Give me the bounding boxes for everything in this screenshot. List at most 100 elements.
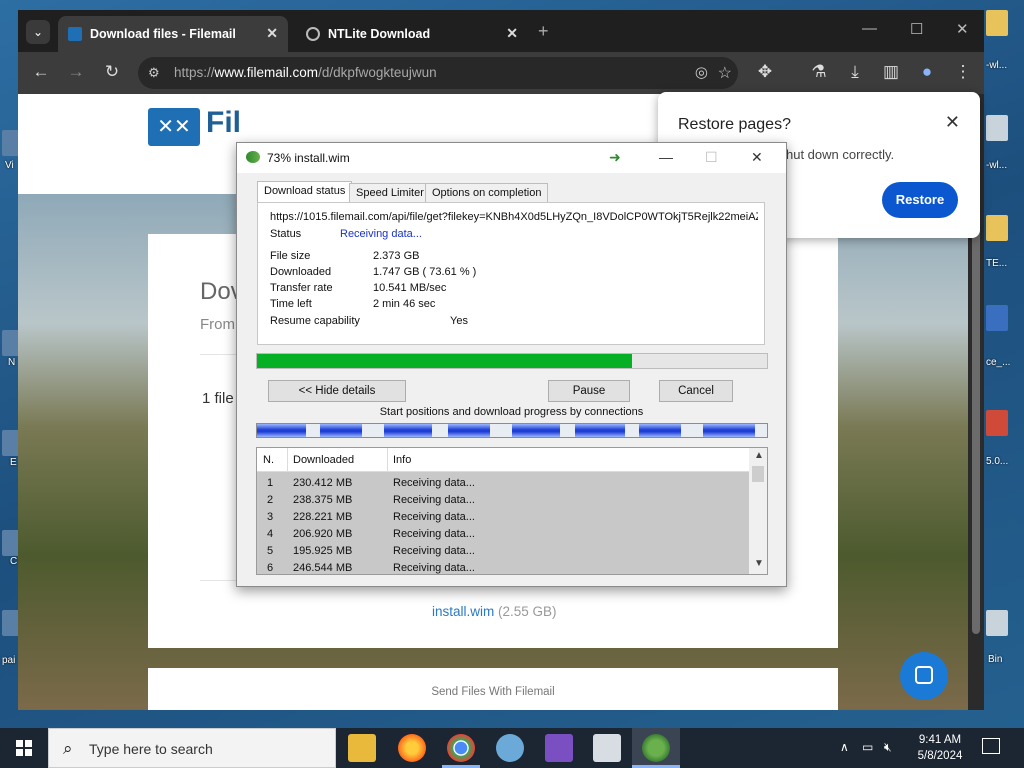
desktop-shortcut-icon[interactable]: [986, 305, 1008, 331]
close-icon[interactable]: ✕: [751, 149, 763, 166]
table-header: N. Downloaded Info: [257, 448, 749, 472]
dialog-title: 73% install.wim: [267, 151, 350, 165]
download-icon[interactable]: ⤓: [844, 62, 866, 82]
download-progress-bar: [256, 353, 768, 369]
column-header[interactable]: N.: [263, 454, 274, 466]
desktop-label: pai: [2, 655, 16, 666]
desktop-shortcut-icon[interactable]: [986, 10, 1008, 36]
page-footer: Send Files With Filemail: [148, 668, 838, 710]
logo-text: Fil: [206, 106, 241, 139]
resume-label: Resume capability: [270, 315, 360, 327]
network-icon[interactable]: ▭: [862, 740, 873, 754]
pause-button[interactable]: Pause: [548, 380, 630, 402]
footer-link[interactable]: Send Files With Filemail: [148, 686, 838, 698]
row-number: 6: [267, 562, 274, 574]
new-tab-icon[interactable]: +: [538, 21, 549, 42]
file-explorer-icon[interactable]: [348, 734, 376, 762]
column-divider: [387, 448, 388, 472]
chrome-icon[interactable]: [447, 734, 475, 762]
desktop-shortcut-icon[interactable]: [986, 410, 1008, 436]
time: 9:41 AM: [918, 734, 962, 746]
volume-muted-icon[interactable]: 🔇︎: [884, 740, 892, 755]
file-link[interactable]: install.wim (2.55 GB): [432, 604, 557, 619]
connection-segment: [384, 424, 432, 437]
start-button[interactable]: [0, 728, 48, 768]
date: 5/8/2024: [917, 750, 963, 762]
close-window-icon[interactable]: ✕: [956, 20, 969, 38]
time-left-value: 2 min 46 sec: [373, 298, 436, 310]
tab-ntlite[interactable]: NTLite Download ✕: [296, 16, 528, 52]
notification-icon[interactable]: [982, 738, 1000, 754]
tab-options-on-completion[interactable]: Options on completion: [425, 183, 549, 203]
tab-search-button[interactable]: ⌄: [26, 20, 50, 44]
image-editor-icon[interactable]: [593, 734, 621, 762]
file-size-label: File size: [270, 250, 311, 262]
clock[interactable]: 9:41 AM 5/8/2024: [905, 732, 975, 764]
restore-button[interactable]: Restore: [882, 182, 958, 218]
popup-title: Restore pages?: [678, 116, 791, 133]
tab-speed-limiter[interactable]: Speed Limiter: [349, 183, 431, 203]
table-row[interactable]: 3 228.221 MB Receiving data...: [257, 508, 749, 525]
desktop-label: -wl...: [986, 60, 1008, 71]
site-info-icon[interactable]: ⚙: [148, 65, 160, 81]
row-info: Receiving data...: [393, 511, 475, 523]
tab-download-status[interactable]: Download status: [257, 181, 353, 203]
internet-download-manager-icon[interactable]: [642, 734, 670, 762]
table-row[interactable]: 5 195.925 MB Receiving data...: [257, 542, 749, 559]
desktop-label: Bin: [988, 654, 1003, 665]
minimize-to-tray-icon[interactable]: ➜: [609, 149, 621, 166]
minimize-icon[interactable]: —: [862, 20, 877, 37]
labs-icon[interactable]: ⚗: [808, 62, 830, 82]
taskbar-search[interactable]: ⌕ Type here to search: [48, 728, 336, 768]
back-icon[interactable]: ←: [30, 62, 52, 82]
profile-avatar-icon[interactable]: ●: [916, 62, 938, 82]
eye-off-icon[interactable]: ◎: [695, 63, 708, 81]
row-downloaded: 230.412 MB: [293, 477, 353, 489]
row-number: 5: [267, 545, 274, 557]
table-row[interactable]: 2 238.375 MB Receiving data...: [257, 491, 749, 508]
table-row[interactable]: 1 230.412 MB Receiving data...: [257, 474, 749, 491]
maximize-icon[interactable]: ☐: [705, 149, 718, 166]
extensions-icon[interactable]: ✥: [754, 62, 776, 82]
row-number: 2: [267, 494, 274, 506]
resume-value: Yes: [450, 315, 468, 327]
scroll-up-icon[interactable]: ▲: [754, 450, 764, 461]
desktop-shortcut-icon[interactable]: [986, 215, 1008, 241]
desktop-shortcut-icon[interactable]: [986, 115, 1008, 141]
row-info: Receiving data...: [393, 545, 475, 557]
desktop-label: Vi: [5, 160, 14, 171]
column-header[interactable]: Info: [393, 454, 411, 466]
scroll-thumb[interactable]: [752, 466, 764, 482]
visual-studio-icon[interactable]: [545, 734, 573, 762]
chat-button[interactable]: [900, 652, 948, 700]
close-icon[interactable]: ✕: [945, 112, 960, 133]
filemail-logo-icon[interactable]: ✕✕: [148, 108, 200, 146]
firefox-icon[interactable]: [398, 734, 426, 762]
chat-icon: [915, 666, 933, 684]
column-header[interactable]: Downloaded: [293, 454, 354, 466]
recycle-bin-icon[interactable]: [986, 610, 1008, 636]
menu-dots-icon[interactable]: ⋮: [952, 62, 974, 82]
table-scrollbar[interactable]: ▲ ▼: [749, 448, 767, 574]
cancel-button[interactable]: Cancel: [659, 380, 733, 402]
reload-icon[interactable]: ↻: [101, 62, 123, 82]
scroll-down-icon[interactable]: ▼: [754, 558, 764, 569]
maximize-icon[interactable]: ☐: [910, 20, 923, 38]
table-row[interactable]: 6 246.544 MB Receiving data...: [257, 559, 749, 574]
row-number: 3: [267, 511, 274, 523]
show-hidden-icons-icon[interactable]: ∧: [840, 740, 849, 754]
close-tab-icon[interactable]: ✕: [506, 25, 518, 42]
url-text: https://www.filemail.com/d/dkpfwogkteujw…: [174, 65, 437, 80]
minimize-icon[interactable]: —: [659, 149, 673, 165]
row-info: Receiving data...: [393, 528, 475, 540]
tab-filemail[interactable]: Download files - Filemail ✕: [58, 16, 288, 52]
close-tab-icon[interactable]: ✕: [266, 25, 278, 42]
table-row[interactable]: 4 206.920 MB Receiving data...: [257, 525, 749, 542]
address-bar[interactable]: ⚙ https://www.filemail.com/d/dkpfwogkteu…: [138, 57, 738, 89]
hide-details-button[interactable]: << Hide details: [268, 380, 406, 402]
row-downloaded: 195.925 MB: [293, 545, 353, 557]
forward-icon[interactable]: →: [65, 62, 87, 82]
people-app-icon[interactable]: [496, 734, 524, 762]
side-panel-icon[interactable]: ▥: [880, 62, 902, 82]
bookmark-star-icon[interactable]: ☆: [718, 63, 732, 83]
